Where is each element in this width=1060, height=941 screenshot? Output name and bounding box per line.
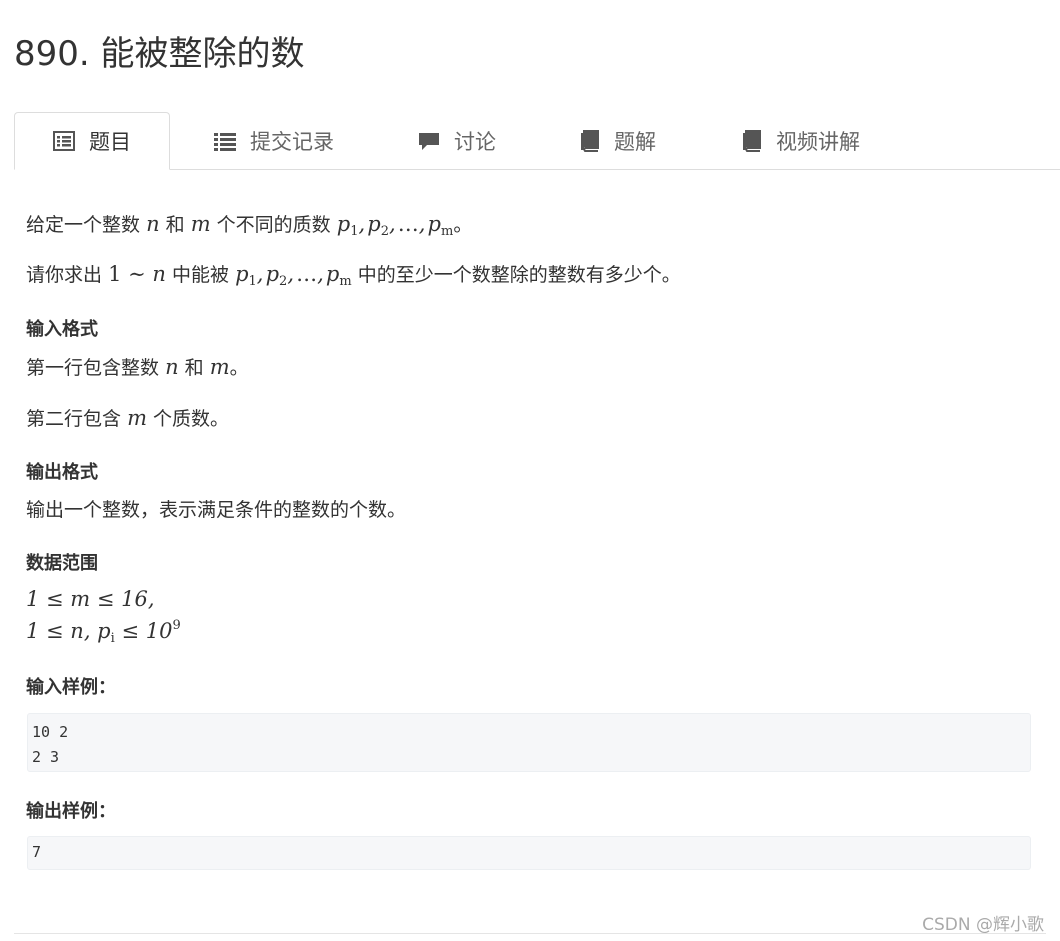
problem-list-icon [53,131,75,151]
input-format-heading: 输入格式 [26,319,98,340]
data-range-line-1: 1 ≤ m ≤ 16, [26,587,155,611]
problem-tabs: 题目 提交记录 讨论 题解 视频讲解 [14,112,1060,170]
problem-line-2: 请你求出 1 ∼ n 中能被 p1, p2, …, pm 中的至少一个数整除的整… [26,262,681,289]
code-line: 2 3 [32,748,60,766]
tab-solutions-label: 题解 [614,130,656,154]
book-icon [742,130,762,152]
tab-discussion[interactable]: 讨论 [418,112,496,170]
book-icon [580,130,600,152]
tab-submissions-label: 提交记录 [250,130,334,154]
tab-video-label: 视频讲解 [776,130,860,154]
output-format-text: 输出一个整数，表示满足条件的整数的个数。 [26,499,407,521]
tab-problem-label: 题目 [89,130,131,154]
sample-input-code[interactable]: 10 2 2 3 [27,713,1031,772]
watermark: CSDN @辉小歌 [922,915,1044,935]
divider [14,933,1046,934]
tab-discussion-label: 讨论 [454,130,496,154]
sample-input-heading: 输入样例： [26,677,116,698]
problem-line-1: 给定一个整数 n 和 m 个不同的质数 p1, p2, …, pm。 [26,212,473,239]
code-line: 10 2 [32,723,69,741]
tab-submissions[interactable]: 提交记录 [214,112,334,170]
data-range-line-2: 1 ≤ n, pi ≤ 109 [26,618,181,646]
sample-output-heading: 输出样例： [26,801,116,822]
input-format-line-1: 第一行包含整数 n 和 m。 [26,355,249,379]
list-icon [214,131,236,151]
tab-solutions[interactable]: 题解 [580,112,656,170]
tab-problem[interactable]: 题目 [14,112,170,170]
comment-icon [418,131,440,151]
code-line: 7 [32,843,42,861]
page-title: 890. 能被整除的数 [14,34,305,74]
sample-output-code[interactable]: 7 [27,836,1031,870]
output-format-heading: 输出格式 [26,462,98,483]
tab-video[interactable]: 视频讲解 [742,112,860,170]
data-range-heading: 数据范围 [26,553,98,574]
input-format-line-2: 第二行包含 m 个质数。 [26,406,230,430]
